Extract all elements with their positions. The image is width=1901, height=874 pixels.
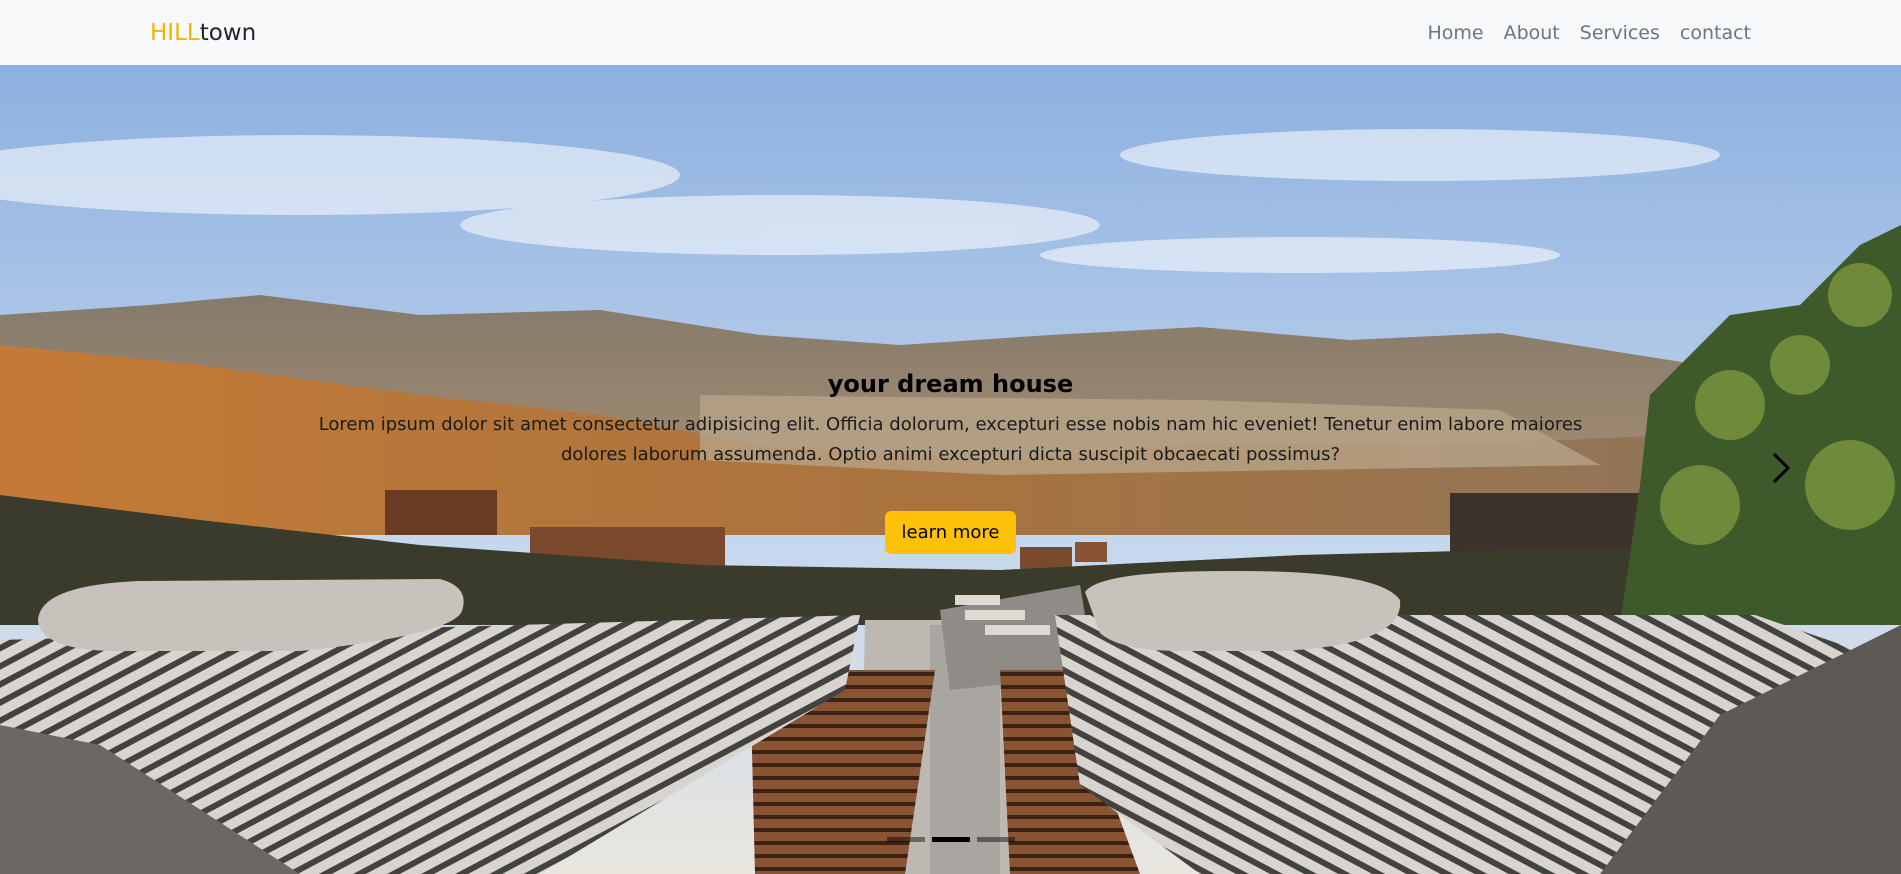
brand-hill-text: HILL	[150, 19, 200, 46]
brand-logo[interactable]: HILL town	[150, 20, 256, 46]
hero-title: your dream house	[827, 370, 1074, 398]
carousel-indicator-1[interactable]	[886, 837, 925, 842]
hero-carousel: your dream house Lorem ipsum dolor sit a…	[0, 65, 1901, 874]
navbar: HILL town Home About Services contact	[0, 0, 1901, 65]
nav-link-home[interactable]: Home	[1427, 22, 1483, 44]
carousel-indicators	[0, 837, 1901, 842]
nav-link-contact[interactable]: contact	[1680, 22, 1751, 44]
nav-link-about[interactable]: About	[1504, 22, 1560, 44]
hero-caption: your dream house Lorem ipsum dolor sit a…	[300, 370, 1601, 554]
nav-link-services[interactable]: Services	[1580, 22, 1660, 44]
nav-links: Home About Services contact	[1427, 22, 1751, 44]
carousel-next-button[interactable]	[1761, 448, 1801, 488]
learn-more-button[interactable]: learn more	[884, 511, 1017, 554]
chevron-right-icon	[1772, 452, 1791, 484]
carousel-indicator-2[interactable]	[931, 837, 970, 842]
brand-town-text: town	[199, 19, 257, 46]
carousel-indicator-3[interactable]	[976, 837, 1015, 842]
hero-description: Lorem ipsum dolor sit amet consectetur a…	[318, 414, 1583, 465]
